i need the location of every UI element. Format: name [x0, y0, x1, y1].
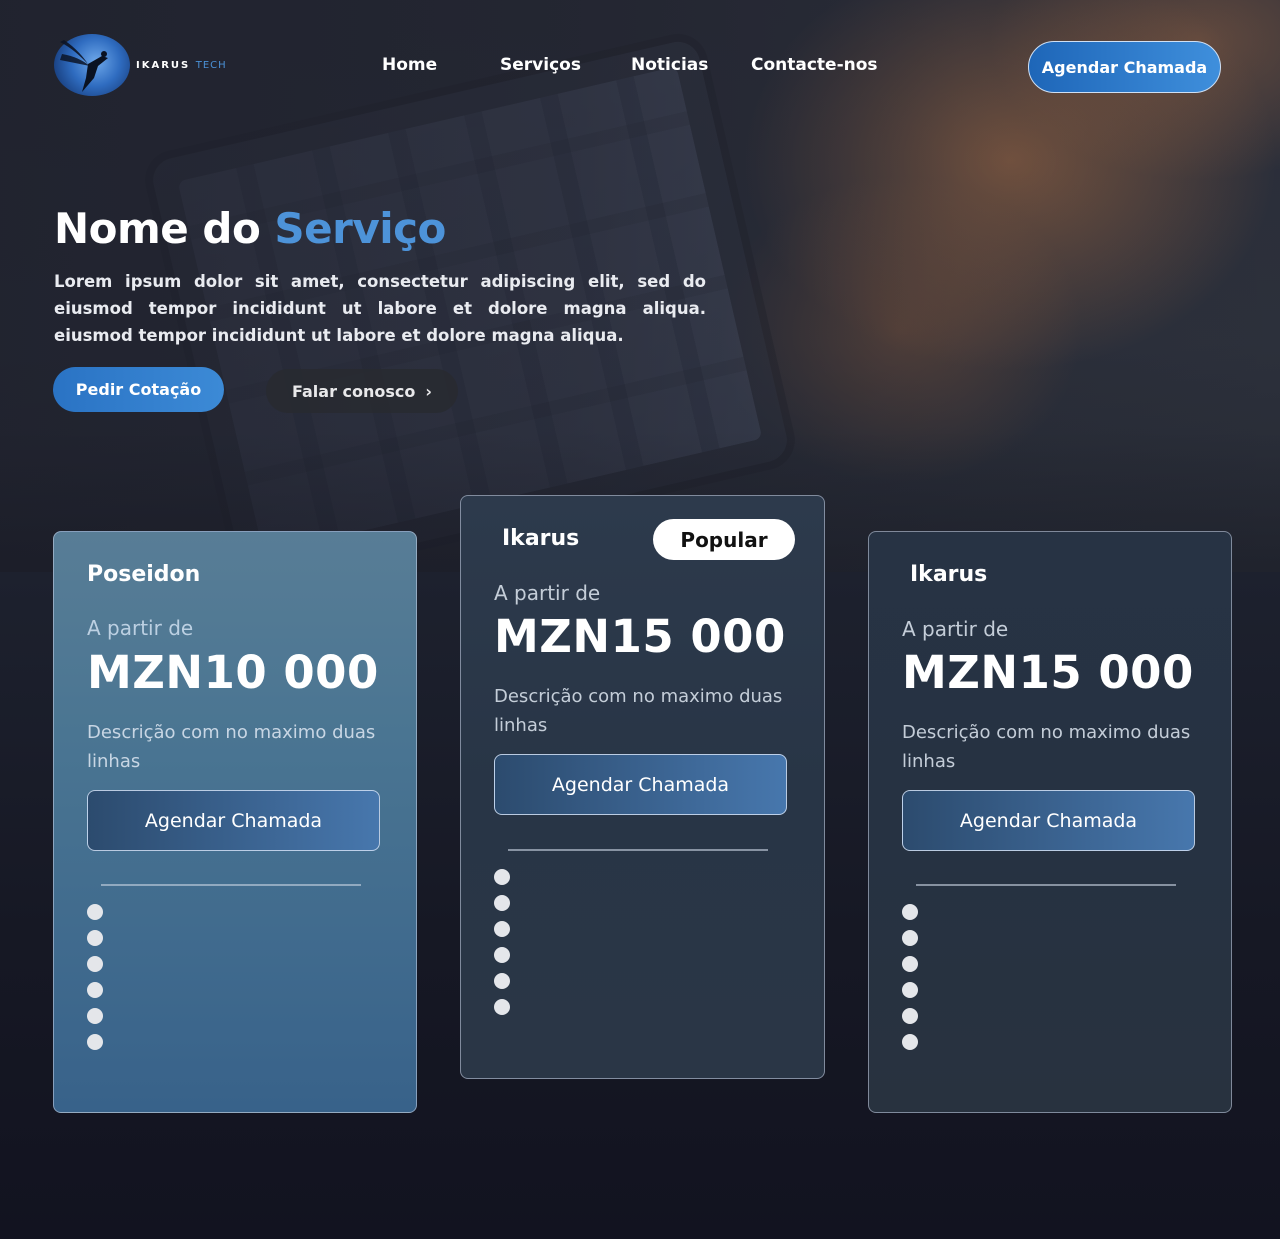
- schedule-call-button[interactable]: Agendar Chamada: [1028, 41, 1221, 93]
- brand-name: IKARUS TECH: [136, 59, 227, 71]
- nav-services[interactable]: Serviços: [500, 55, 581, 75]
- card-divider: [101, 884, 361, 886]
- feature-bullet: [87, 1008, 103, 1024]
- feature-bullet: [902, 1008, 918, 1024]
- feature-bullet: [87, 982, 103, 998]
- nav-contact[interactable]: Contacte-nos: [751, 55, 878, 75]
- plan-schedule-call-button[interactable]: Agendar Chamada: [87, 790, 380, 851]
- feature-list: [902, 904, 918, 1060]
- feature-bullet: [494, 973, 510, 989]
- nav-home[interactable]: Home: [382, 55, 437, 75]
- feature-bullet: [902, 1034, 918, 1050]
- talk-to-us-label: Falar conosco: [292, 381, 416, 401]
- nav-news[interactable]: Noticias: [631, 55, 708, 75]
- plan-name: Ikarus: [502, 526, 580, 551]
- request-quote-button[interactable]: Pedir Cotação: [53, 367, 224, 412]
- feature-bullet: [87, 904, 103, 920]
- brand-logo[interactable]: IKARUS TECH: [54, 34, 227, 96]
- feature-bullet: [494, 947, 510, 963]
- plan-schedule-call-button[interactable]: Agendar Chamada: [494, 754, 787, 815]
- ikarus-logo-icon: [54, 34, 130, 96]
- plan-price: MZN15 000: [902, 646, 1194, 699]
- plan-description: Descrição com no maximo duas linhas: [87, 722, 376, 772]
- plan-name: Ikarus: [910, 562, 988, 587]
- feature-bullet: [494, 895, 510, 911]
- card-divider: [916, 884, 1176, 886]
- feature-bullet: [494, 999, 510, 1015]
- plan-description: Descrição com no maximo duas linhas: [902, 722, 1191, 772]
- plan-description: Descrição com no maximo duas linhas: [494, 686, 783, 736]
- pricing-card-ikarus-popular: Ikarus Popular A partir de MZN15 000 Des…: [460, 495, 825, 1079]
- feature-bullet: [902, 930, 918, 946]
- feature-bullet: [87, 1034, 103, 1050]
- feature-bullet: [902, 956, 918, 972]
- talk-to-us-button[interactable]: Falar conosco ›: [266, 369, 458, 413]
- page-title: Nome do Serviço: [54, 204, 446, 253]
- plan-price: MZN10 000: [87, 646, 379, 699]
- feature-list: [494, 869, 510, 1025]
- card-divider: [508, 849, 768, 851]
- hero-description: Lorem ipsum dolor sit amet, consectetur …: [54, 272, 706, 345]
- price-from-label: A partir de: [494, 581, 601, 605]
- feature-bullet: [902, 982, 918, 998]
- plan-price: MZN15 000: [494, 610, 786, 663]
- feature-list: [87, 904, 103, 1060]
- plan-name: Poseidon: [87, 562, 201, 587]
- feature-bullet: [87, 930, 103, 946]
- price-from-label: A partir de: [902, 617, 1009, 641]
- plan-schedule-call-button[interactable]: Agendar Chamada: [902, 790, 1195, 851]
- feature-bullet: [494, 921, 510, 937]
- pricing-card-ikarus: Ikarus A partir de MZN15 000 Descrição c…: [868, 531, 1232, 1113]
- pricing-card-poseidon: Poseidon A partir de MZN10 000 Descrição…: [53, 531, 417, 1113]
- feature-bullet: [494, 869, 510, 885]
- price-from-label: A partir de: [87, 616, 194, 640]
- feature-bullet: [87, 956, 103, 972]
- chevron-right-icon: ›: [425, 381, 432, 401]
- feature-bullet: [902, 904, 918, 920]
- popular-badge: Popular: [653, 519, 795, 560]
